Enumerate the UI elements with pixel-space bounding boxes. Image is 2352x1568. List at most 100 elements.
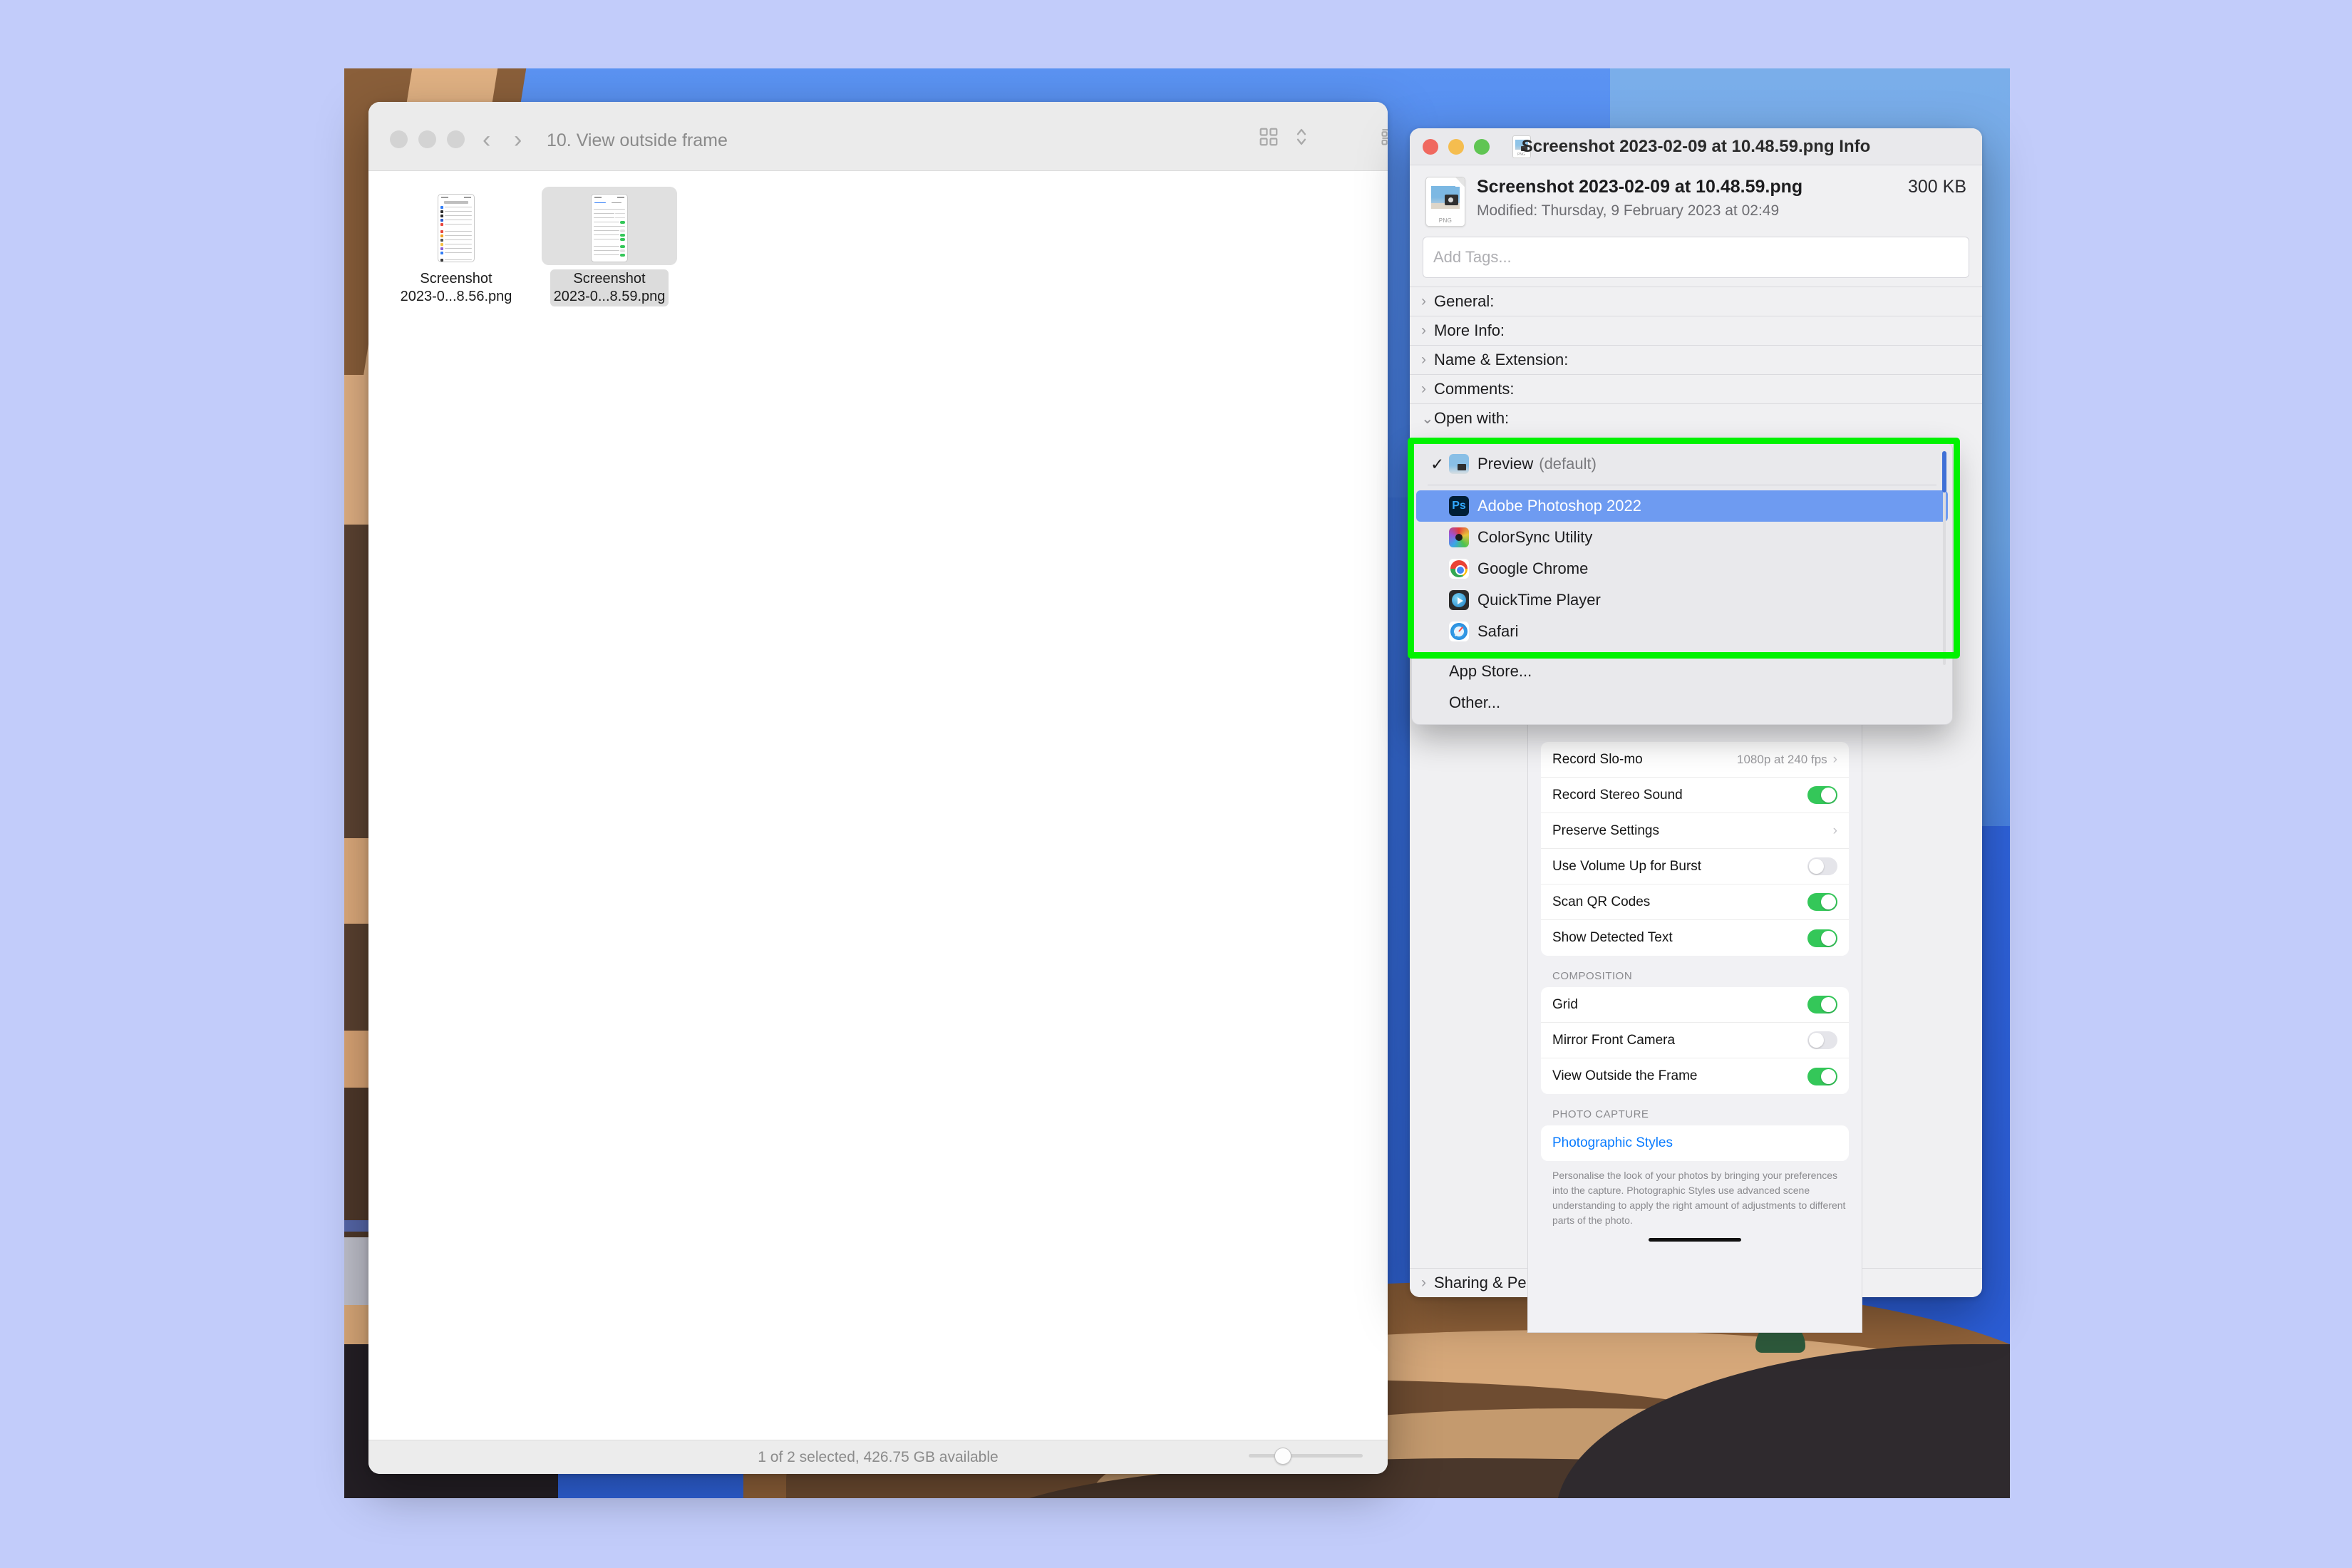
chevron-right-icon: ›: [1832, 822, 1837, 838]
section-name-extension[interactable]: › Name & Extension:: [1410, 345, 1982, 374]
row-label: Show Detected Text: [1552, 930, 1673, 945]
file-thumbnail: [542, 187, 677, 265]
checkmark-icon: ✓: [1430, 454, 1445, 473]
toggle-switch[interactable]: [1807, 996, 1837, 1013]
photographic-styles-link[interactable]: Photographic Styles: [1552, 1135, 1673, 1151]
add-tags-input[interactable]: Add Tags...: [1423, 237, 1969, 278]
info-minimize-button[interactable]: [1448, 138, 1464, 155]
forward-button[interactable]: ›: [514, 128, 522, 152]
menu-item-preview-default[interactable]: ✓ Preview (default): [1416, 448, 1948, 480]
section-open-with[interactable]: ⌄ Open with:: [1410, 403, 1982, 433]
toggle-switch[interactable]: [1807, 893, 1837, 911]
safari-app-icon: [1449, 621, 1469, 641]
row-label: Mirror Front Camera: [1552, 1032, 1676, 1048]
toggle-switch[interactable]: [1807, 857, 1837, 875]
file-name-line2: 2023-0...8.59.png: [553, 289, 666, 304]
info-close-button[interactable]: [1423, 138, 1438, 155]
file-name: Screenshot 2023-0...8.59.png: [550, 269, 669, 306]
screenshot-thumbnail-preview: [591, 194, 628, 262]
ios-row[interactable]: Record Slo-mo 1080p at 240 fps ›: [1541, 742, 1849, 778]
finder-window[interactable]: ‹ › 10. View outside frame Screenshot 20…: [368, 102, 1388, 1474]
screenshot-thumbnail-preview: [438, 194, 475, 262]
finder-file-grid: Screenshot 2023-0...8.56.png Screenshot …: [368, 171, 1388, 1440]
sort-updown-icon[interactable]: [1294, 126, 1309, 148]
finder-minimize-button[interactable]: [418, 130, 436, 148]
toggle-switch[interactable]: [1807, 929, 1837, 947]
menu-item-label: Safari: [1477, 622, 1519, 640]
menu-item-label: QuickTime Player: [1477, 591, 1601, 609]
menu-item-label: Google Chrome: [1477, 559, 1589, 577]
info-window-title: Screenshot 2023-02-09 at 10.48.59.png In…: [1521, 136, 1871, 156]
composition-header: COMPOSITION: [1552, 970, 1633, 982]
chevron-down-icon: ⌄: [1421, 410, 1434, 427]
toggle-switch[interactable]: [1807, 1031, 1837, 1049]
menu-item-label: Preview: [1477, 455, 1534, 473]
section-label: Comments:: [1434, 380, 1515, 398]
menu-item-app-store[interactable]: App Store...: [1416, 656, 1948, 687]
menu-item-suffix: (default): [1539, 455, 1597, 473]
section-label: Open with:: [1434, 409, 1510, 427]
ios-row[interactable]: Grid: [1541, 987, 1849, 1023]
file-icon-label: PNG: [1438, 217, 1453, 224]
quicktime-app-icon: [1449, 590, 1469, 610]
file-thumbnail: [388, 187, 524, 265]
ios-row[interactable]: Mirror Front Camera: [1541, 1023, 1849, 1058]
toggle-switch[interactable]: [1807, 786, 1837, 804]
scrollbar-thumb[interactable]: [1942, 451, 1946, 492]
chevron-right-icon: ›: [1421, 381, 1426, 397]
finder-toolbar: ‹ › 10. View outside frame: [368, 102, 1388, 171]
row-label: View Outside the Frame: [1552, 1068, 1698, 1083]
ios-row[interactable]: View Outside the Frame: [1541, 1058, 1849, 1094]
icon-size-slider-knob[interactable]: [1274, 1448, 1291, 1465]
menu-item-adobe-photoshop-2022[interactable]: Ps Adobe Photoshop 2022: [1416, 490, 1948, 522]
chevron-right-icon: ›: [1832, 751, 1837, 767]
file-item[interactable]: Screenshot 2023-0...8.56.png: [388, 187, 524, 306]
toggle-switch[interactable]: [1807, 1067, 1837, 1085]
ios-row[interactable]: Show Detected Text: [1541, 920, 1849, 956]
preview-app-icon: [1449, 454, 1469, 474]
composition-card: Grid Mirror Front Camera View Outside th…: [1541, 987, 1849, 1094]
ios-row[interactable]: Preserve Settings ›: [1541, 813, 1849, 849]
file-item-selected[interactable]: Screenshot 2023-0...8.59.png: [542, 187, 677, 306]
group-list-icon[interactable]: [1381, 126, 1388, 148]
grid-view-icon[interactable]: [1258, 126, 1279, 148]
ios-row[interactable]: Record Stereo Sound: [1541, 778, 1849, 813]
finder-window-title: 10. View outside frame: [547, 130, 728, 150]
chrome-app-icon: [1449, 559, 1469, 579]
menu-scrollbar[interactable]: [1941, 451, 1947, 665]
menu-item-label: Other...: [1449, 693, 1501, 711]
menu-item-label: Adobe Photoshop 2022: [1477, 497, 1641, 515]
icon-size-slider[interactable]: [1249, 1448, 1363, 1465]
file-name: Screenshot 2023-0...8.56.png: [397, 269, 516, 306]
file-name-line1: Screenshot: [420, 271, 492, 287]
menu-item-colorsync-utility[interactable]: ColorSync Utility: [1416, 522, 1948, 553]
menu-item-other[interactable]: Other...: [1416, 687, 1948, 718]
section-label: Name & Extension:: [1434, 351, 1569, 368]
chevron-right-icon: ›: [1421, 293, 1426, 309]
info-modified-date: Modified: Thursday, 9 February 2023 at 0…: [1477, 202, 1780, 219]
photographic-styles-note: Personalise the look of your photos by b…: [1552, 1170, 1846, 1226]
ios-row[interactable]: Use Volume Up for Burst: [1541, 849, 1849, 884]
finder-maximize-button[interactable]: [447, 130, 465, 148]
info-maximize-button[interactable]: [1474, 138, 1490, 155]
ios-row[interactable]: Scan QR Codes: [1541, 884, 1849, 920]
info-filename: Screenshot 2023-02-09 at 10.48.59.png: [1477, 177, 1803, 197]
back-button[interactable]: ‹: [483, 128, 490, 152]
camera-settings-card: Record Slo-mo 1080p at 240 fps › Record …: [1541, 742, 1849, 956]
ios-row[interactable]: Photographic Styles: [1541, 1125, 1849, 1161]
section-general[interactable]: › General:: [1410, 287, 1982, 316]
menu-item-google-chrome[interactable]: Google Chrome: [1416, 553, 1948, 584]
menu-item-label: ColorSync Utility: [1477, 528, 1593, 546]
open-with-dropdown-menu[interactable]: ✓ Preview (default) Ps Adobe Photoshop 2…: [1411, 442, 1953, 725]
section-comments[interactable]: › Comments:: [1410, 374, 1982, 403]
section-more-info[interactable]: › More Info:: [1410, 316, 1982, 345]
finder-close-button[interactable]: [390, 130, 408, 148]
chevron-right-icon: ›: [1421, 1274, 1426, 1291]
row-label: Record Slo-mo: [1552, 751, 1643, 767]
file-preview-icon: PNG: [1425, 177, 1465, 227]
menu-item-safari[interactable]: Safari: [1416, 616, 1948, 647]
menu-item-label: App Store...: [1449, 662, 1532, 680]
row-value: 1080p at 240 fps: [1737, 752, 1827, 766]
photo-capture-card: Photographic Styles: [1541, 1125, 1849, 1161]
menu-item-quicktime-player[interactable]: QuickTime Player: [1416, 584, 1948, 616]
